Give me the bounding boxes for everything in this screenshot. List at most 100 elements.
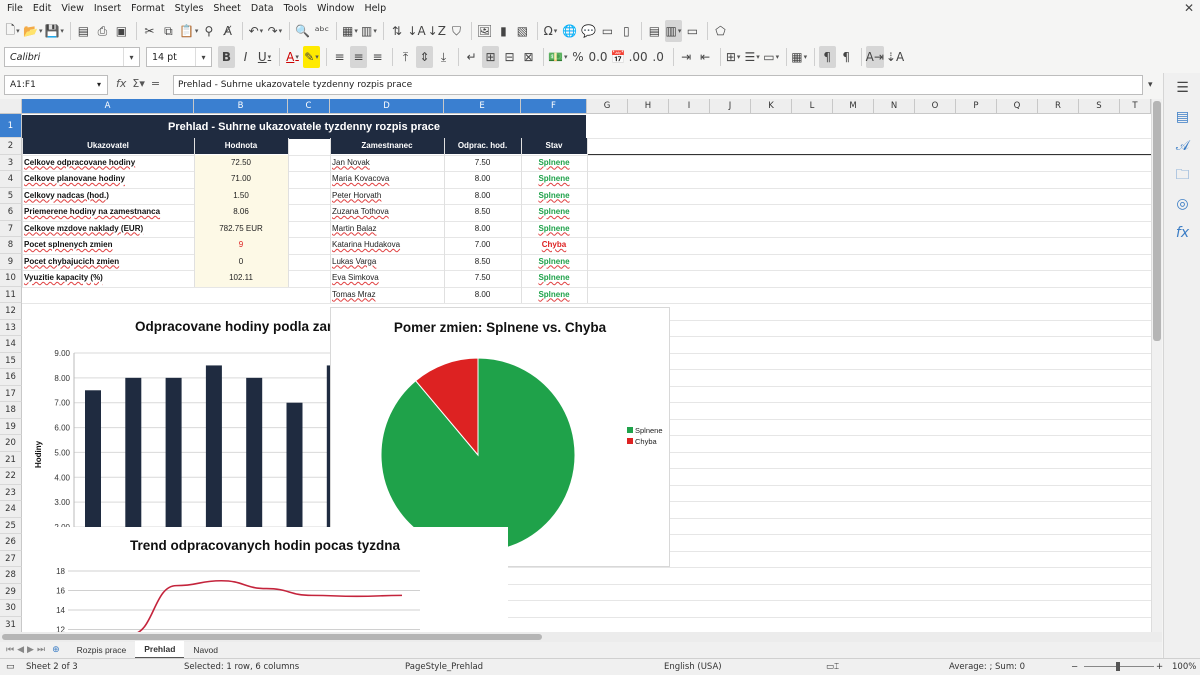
- border-style-icon[interactable]: ☰: [744, 46, 761, 68]
- row-header-3[interactable]: 3: [0, 154, 22, 171]
- undo-icon[interactable]: ↶: [247, 20, 264, 42]
- page-style[interactable]: PageStyle_Prehlad: [405, 659, 483, 675]
- menu-data[interactable]: Data: [246, 0, 279, 17]
- row-header-25[interactable]: 25: [0, 517, 22, 534]
- row-header-30[interactable]: 30: [0, 600, 22, 617]
- decrease-indent-icon[interactable]: ⇤: [697, 46, 714, 68]
- column-header-k[interactable]: K: [751, 99, 792, 114]
- comment-icon[interactable]: 💬: [580, 20, 597, 42]
- increase-indent-icon[interactable]: ⇥: [678, 46, 695, 68]
- save-icon[interactable]: 💾: [44, 20, 63, 42]
- pivot-table-icon[interactable]: ▧: [514, 20, 531, 42]
- split-window-icon[interactable]: ▥: [664, 20, 682, 42]
- column-header-i[interactable]: I: [669, 99, 710, 114]
- row-icon[interactable]: ▦: [341, 20, 358, 42]
- close-window-icon[interactable]: ✕: [1184, 0, 1194, 17]
- column-header-r[interactable]: R: [1038, 99, 1079, 114]
- headers-footers-icon[interactable]: ▭: [599, 20, 616, 42]
- sum-status[interactable]: Average: ; Sum: 0: [949, 659, 1025, 675]
- column-header-g[interactable]: G: [587, 99, 628, 114]
- font-color-icon[interactable]: A: [284, 46, 301, 68]
- menu-styles[interactable]: Styles: [170, 0, 209, 17]
- formula-input[interactable]: Prehlad - Suhrne ukazovatele tyzdenny ro…: [173, 75, 1143, 95]
- column-header-m[interactable]: M: [833, 99, 874, 114]
- tab-navod[interactable]: Navod: [184, 642, 227, 658]
- row-header-23[interactable]: 23: [0, 484, 22, 501]
- autofilter-icon[interactable]: ⛉: [448, 20, 465, 42]
- remove-decimal-icon[interactable]: .0: [650, 46, 667, 68]
- text-direction-rtl-icon[interactable]: ¶: [838, 46, 855, 68]
- percent-format-icon[interactable]: %: [569, 46, 586, 68]
- currency-format-icon[interactable]: 💵: [548, 46, 567, 68]
- number-format-icon[interactable]: 0.0: [588, 46, 607, 68]
- last-sheet-icon[interactable]: ⏭: [37, 645, 45, 655]
- redo-icon[interactable]: ↷: [266, 20, 283, 42]
- functions-icon[interactable]: fx: [1164, 219, 1200, 248]
- row-header-9[interactable]: 9: [0, 253, 22, 270]
- align-top-icon[interactable]: ⤒: [397, 46, 414, 68]
- row-header-22[interactable]: 22: [0, 468, 22, 485]
- first-sheet-icon[interactable]: ⏮: [6, 645, 14, 655]
- merge-cells-icon[interactable]: ⊟: [501, 46, 518, 68]
- text-top-bottom-icon[interactable]: ⇣A: [886, 46, 904, 68]
- column-header-t[interactable]: T: [1120, 99, 1151, 114]
- menu-format[interactable]: Format: [126, 0, 169, 17]
- menu-view[interactable]: View: [56, 0, 89, 17]
- expand-formula-icon[interactable]: ▾: [1148, 75, 1153, 95]
- menu-sheet[interactable]: Sheet: [208, 0, 245, 17]
- row-header-18[interactable]: 18: [0, 402, 22, 419]
- column-header-q[interactable]: Q: [997, 99, 1038, 114]
- chevron-down-icon[interactable]: ▾: [91, 76, 107, 94]
- row-header-2[interactable]: 2: [0, 138, 22, 155]
- row-header-17[interactable]: 17: [0, 385, 22, 402]
- print-preview-icon[interactable]: ▣: [113, 20, 130, 42]
- wrap-text-icon[interactable]: ↵: [463, 46, 480, 68]
- find-replace-icon[interactable]: 🔍: [294, 20, 311, 42]
- row-header-15[interactable]: 15: [0, 352, 22, 369]
- align-bottom-icon[interactable]: ⤓: [435, 46, 452, 68]
- highlight-icon[interactable]: ✎: [303, 46, 320, 68]
- row-header-16[interactable]: 16: [0, 369, 22, 386]
- bold-icon[interactable]: B: [218, 46, 235, 68]
- vertical-scrollbar[interactable]: [1151, 99, 1162, 632]
- show-draw-functions-icon[interactable]: ▭: [684, 20, 701, 42]
- gallery-icon[interactable]: 🗀: [1164, 161, 1200, 190]
- date-format-icon[interactable]: 📅: [610, 46, 627, 68]
- menu-insert[interactable]: Insert: [89, 0, 126, 17]
- column-header-o[interactable]: O: [915, 99, 956, 114]
- row-header-29[interactable]: 29: [0, 583, 22, 600]
- row-header-1[interactable]: 1: [0, 114, 22, 138]
- define-print-area-icon[interactable]: ▯: [618, 20, 635, 42]
- column-header-d[interactable]: D: [330, 99, 444, 114]
- formula-icon[interactable]: =: [151, 77, 160, 90]
- column-header-f[interactable]: F: [521, 99, 587, 114]
- menu-edit[interactable]: Edit: [28, 0, 56, 17]
- row-header-21[interactable]: 21: [0, 451, 22, 468]
- freeze-rows-icon[interactable]: ▤: [646, 20, 663, 42]
- row-header-7[interactable]: 7: [0, 220, 22, 237]
- conditional-format-icon[interactable]: ▦: [791, 46, 808, 68]
- language-status[interactable]: English (USA): [664, 659, 722, 675]
- align-left-icon[interactable]: ≡: [331, 46, 348, 68]
- border-color-icon[interactable]: ▭: [763, 46, 780, 68]
- sort-icon[interactable]: ⇅: [388, 20, 405, 42]
- row-header-20[interactable]: 20: [0, 435, 22, 452]
- print-icon[interactable]: ⎙: [94, 20, 111, 42]
- row-header-14[interactable]: 14: [0, 336, 22, 353]
- line-chart[interactable]: Trend odpracovanych hodin pocas tyzdna 18…: [22, 527, 508, 632]
- font-name-combo[interactable]: Calibri ▾: [4, 47, 140, 67]
- column-header-p[interactable]: P: [956, 99, 997, 114]
- underline-icon[interactable]: U: [256, 46, 273, 68]
- align-right-icon[interactable]: ≡: [369, 46, 386, 68]
- export-pdf-icon[interactable]: ▤: [75, 20, 92, 42]
- menu-file[interactable]: File: [2, 0, 28, 17]
- column-header-j[interactable]: J: [710, 99, 751, 114]
- font-size-combo[interactable]: 14 pt ▾: [146, 47, 212, 67]
- column-header-e[interactable]: E: [444, 99, 521, 114]
- italic-icon[interactable]: I: [237, 46, 254, 68]
- clear-formatting-icon[interactable]: A̸: [219, 20, 236, 42]
- row-header-31[interactable]: 31: [0, 616, 22, 632]
- text-direction-ltr-icon[interactable]: ¶: [818, 46, 836, 68]
- insert-chart-icon[interactable]: ▮: [495, 20, 512, 42]
- sort-ascending-icon[interactable]: ↓A: [407, 20, 425, 42]
